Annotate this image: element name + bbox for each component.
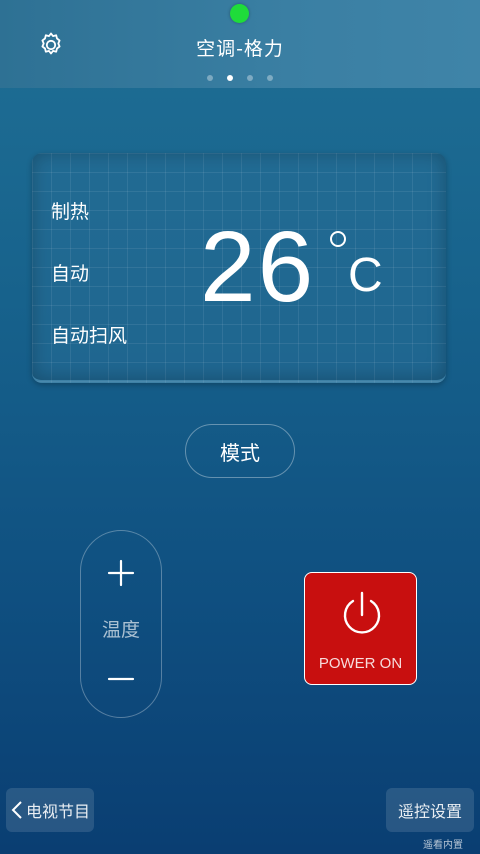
status-display-panel: 制热 自动 自动扫风 26 C [32,153,446,383]
minus-icon[interactable] [81,659,161,699]
temperature-value: 26 [200,211,316,323]
page-dot-active [227,75,233,81]
temperature-label: 温度 [101,619,140,641]
watermark: 遥看内置 [423,840,463,851]
status-indicator [230,4,249,23]
page-title: 空调-格力 [196,38,284,60]
page-dot [207,75,213,81]
chevron-left-icon [11,801,22,819]
degree-symbol [330,231,346,247]
fan-speed-status: 自动 [51,263,90,285]
header-bar: 空调-格力 [0,0,480,88]
plus-icon[interactable] [81,553,161,593]
power-label: POWER ON [318,655,403,672]
remote-settings-button[interactable]: 遥控设置 [386,788,474,832]
remote-settings-label: 遥控设置 [397,802,462,821]
page-indicator [0,75,480,81]
mode-button[interactable]: 模式 [185,424,295,478]
tv-program-label: 电视节目 [26,802,91,821]
temperature-unit: C [348,249,383,302]
mode-status: 制热 [51,201,90,223]
page-dot [247,75,253,81]
page-dot [267,75,273,81]
temperature-control: 温度 [80,530,162,718]
swing-status: 自动扫风 [51,325,128,347]
tv-program-button[interactable]: 电视节目 [6,788,94,832]
power-button[interactable]: POWER ON [304,572,417,685]
power-icon [337,589,387,639]
